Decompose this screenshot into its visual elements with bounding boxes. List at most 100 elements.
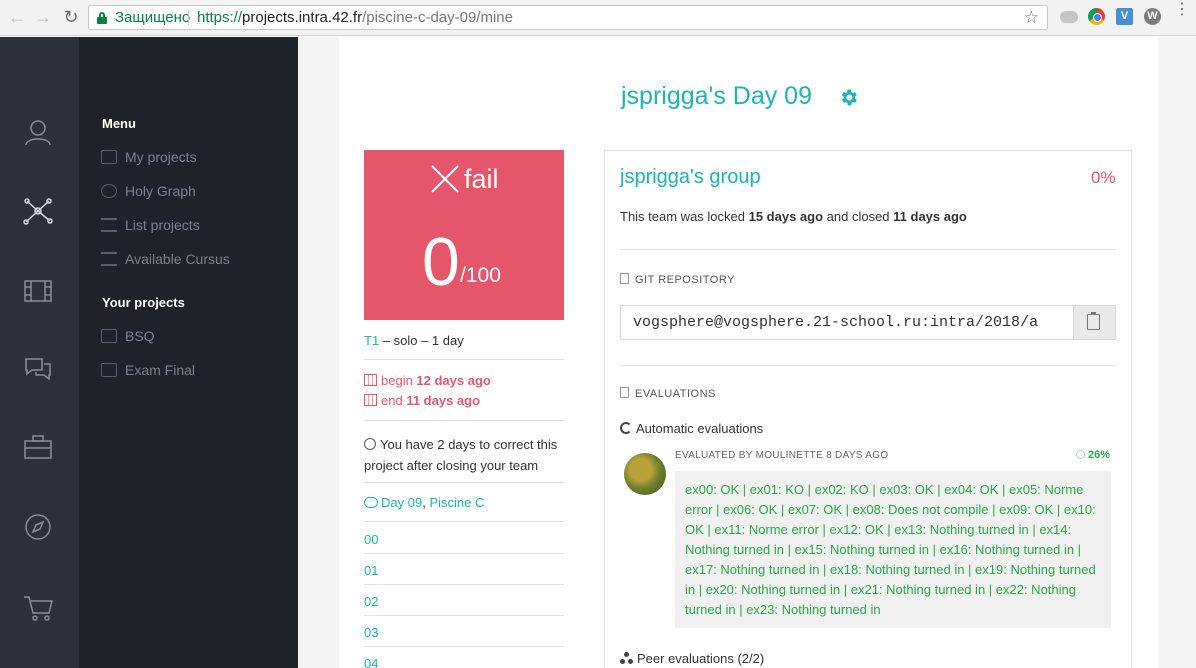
sidebar-item-my-projects[interactable]: My projects [101, 149, 197, 169]
cart-icon[interactable] [22, 591, 54, 623]
divider [364, 482, 564, 483]
tier-details: – solo – 1 day [379, 333, 464, 348]
file-icon [620, 273, 629, 284]
sidebar-item-holy-graph[interactable]: Holy Graph [101, 183, 196, 203]
end-date: end 11 days ago [364, 393, 564, 408]
avatar[interactable] [624, 453, 666, 495]
list-icon [101, 252, 117, 266]
url-text[interactable]: https://projects.intra.42.fr/piscine-c-d… [197, 6, 513, 29]
url-host: projects.intra.42.fr [242, 9, 363, 26]
clipboard-icon [1087, 312, 1100, 330]
exercise-link-01[interactable]: 01 [364, 563, 564, 578]
locked-prefix: This team was locked [620, 209, 749, 224]
exercise-link-00[interactable]: 00 [364, 532, 564, 547]
reload-icon[interactable]: ↻ [60, 6, 82, 28]
chat-icon[interactable] [22, 353, 54, 385]
fail-cross-icon [431, 165, 459, 193]
divider [620, 249, 1116, 250]
briefcase-icon[interactable] [22, 431, 54, 463]
end-label: end [381, 393, 407, 408]
divider [364, 359, 564, 360]
peer-evaluations-heading: Peer evaluations (2/2) [620, 651, 764, 666]
compass-icon[interactable] [22, 511, 54, 543]
score-status: fail [464, 164, 499, 194]
repo-url-input[interactable] [621, 306, 1075, 339]
repo-field [620, 305, 1116, 340]
address-bar[interactable]: Защищено https://projects.intra.42.fr/pi… [88, 5, 1048, 30]
browser-menu-icon[interactable]: ⋮ [1174, 2, 1190, 18]
bookmark-star-icon[interactable]: ☆ [1024, 6, 1039, 29]
divider [364, 553, 564, 554]
sidebar-item-bsq[interactable]: BSQ [101, 328, 155, 348]
evaluation-score: 26% [1076, 449, 1110, 461]
user-icon[interactable] [22, 117, 54, 149]
begin-value: 12 days ago [416, 373, 491, 388]
project-link[interactable]: Day 09 [381, 495, 422, 510]
team-percent: 0% [1091, 168, 1116, 187]
moulinette-trace: ex00: OK | ex01: KO | ex02: KO | ex03: O… [675, 471, 1111, 628]
divider [364, 521, 564, 522]
forward-arrow-icon[interactable]: → [32, 6, 54, 28]
checkbox-icon [620, 387, 629, 398]
divider [364, 615, 564, 616]
divider [364, 646, 564, 647]
tier-badge: T1 [364, 333, 380, 348]
refresh-icon [620, 422, 632, 434]
chat-icon [364, 497, 378, 508]
closed-when: 11 days ago [893, 209, 967, 224]
exercise-link-04[interactable]: 04 [364, 656, 564, 668]
timer-icon [364, 438, 376, 450]
gear-icon[interactable] [838, 87, 859, 108]
browser-toolbar: ← → ↻ Защищено https://projects.intra.42… [0, 0, 1196, 36]
list-icon [101, 218, 117, 232]
team-lock-status: This team was locked 15 days ago and clo… [620, 209, 967, 224]
check-icon [1076, 450, 1085, 459]
divider [620, 365, 1116, 366]
sidebar-item-label: My projects [125, 149, 197, 165]
calendar-icon [364, 374, 377, 386]
sidebar-item-available-cursus[interactable]: Available Cursus [101, 251, 230, 271]
sidebar-item-exam-final[interactable]: Exam Final [101, 362, 195, 382]
chrome-extension-icon[interactable] [1088, 8, 1105, 25]
sidebar-item-label: Available Cursus [125, 251, 230, 267]
v-extension-icon[interactable]: V [1116, 8, 1133, 25]
secure-label: Защищено [115, 9, 191, 26]
team-name[interactable]: jsprigga's group [620, 166, 761, 189]
briefcase-icon [101, 329, 117, 343]
url-path: /piscine-c-day-09/mine [362, 9, 513, 26]
eval-percent: 26% [1088, 449, 1111, 461]
exercise-link-03[interactable]: 03 [364, 625, 564, 640]
calendar-icon [364, 394, 377, 406]
menu-sidebar: Menu My projects Holy Graph List project… [79, 37, 298, 668]
evaluations-heading: EVALUATIONS [620, 387, 716, 400]
sidebar-item-label: Exam Final [125, 362, 196, 378]
graph-icon[interactable] [22, 195, 54, 227]
correction-note-row: You have 2 days to correct this project … [364, 434, 564, 476]
locked-mid: and closed [823, 209, 894, 224]
git-label: GIT REPOSITORY [635, 274, 735, 286]
project-links: Day 09, Piscine C [364, 495, 564, 510]
score-box: fail 0 /100 [364, 150, 564, 320]
sidebar-item-list-projects[interactable]: List projects [101, 217, 200, 237]
w-extension-icon[interactable]: W [1144, 8, 1161, 25]
url-scheme: https:// [197, 9, 243, 26]
evaluator-line: EVALUATED BY MOULINETTE 8 DAYS AGO [675, 450, 889, 461]
icon-rail [0, 37, 79, 668]
folder-icon [101, 150, 117, 164]
lock-icon [97, 12, 107, 24]
cursus-link[interactable]: Piscine C [429, 495, 484, 510]
correction-note: You have 2 days to correct this project … [364, 437, 558, 473]
your-projects-heading: Your projects [102, 295, 185, 310]
exercise-link-02[interactable]: 02 [364, 594, 564, 609]
begin-date: begin 12 days ago [364, 373, 564, 388]
divider [364, 584, 564, 585]
cloud-extension-icon[interactable] [1060, 11, 1078, 23]
menu-heading: Menu [102, 116, 136, 131]
score-max: /100 [460, 264, 501, 287]
briefcase-icon [101, 363, 117, 377]
end-value: 11 days ago [406, 393, 481, 408]
film-icon[interactable] [22, 275, 54, 307]
copy-button[interactable] [1073, 306, 1115, 339]
back-arrow-icon[interactable]: ← [6, 6, 28, 28]
begin-label: begin [381, 373, 417, 388]
